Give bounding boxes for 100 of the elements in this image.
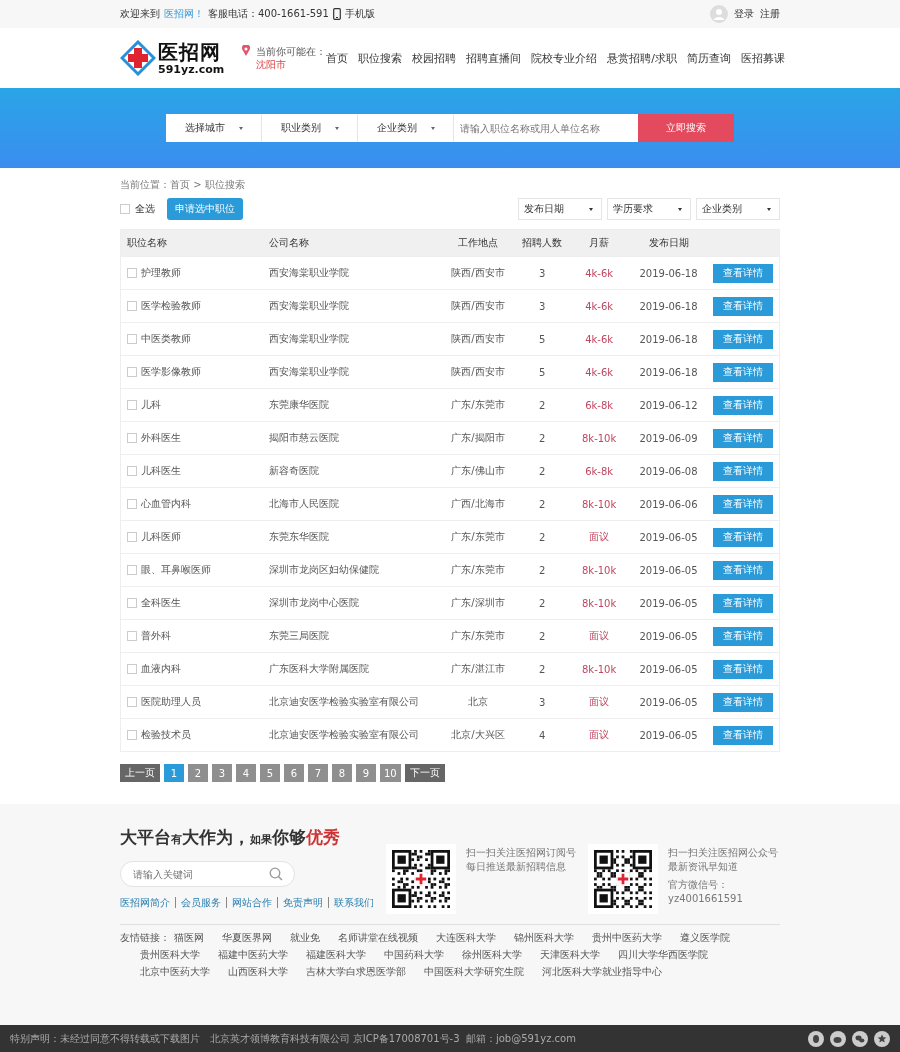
company-name: 西安海棠职业学院 [268,267,349,278]
hire-count: 2 [539,630,546,642]
friend-link[interactable]: 福建中医药大学 [218,948,288,962]
friend-link[interactable]: 山西医科大学 [228,965,288,979]
friend-link[interactable]: 福建医科大学 [306,948,366,962]
friend-link[interactable]: 大连医科大学 [436,931,496,945]
nav-link[interactable]: 首页 [326,50,349,66]
salary: 6k-8k [585,465,614,477]
hire-count: 5 [539,333,546,345]
hotline-text: 客服电话：400-1661-591 [208,7,329,21]
logo-domain: 591yz.com [158,63,225,75]
job-title: 外科医生 [141,431,181,445]
friend-link[interactable]: 就业免 [290,931,320,945]
post-date: 2019-06-05 [639,729,698,741]
login-link[interactable]: 登录 [734,7,754,21]
job-location: 广东/深圳市 [451,597,505,608]
nav-link[interactable]: 悬赏招聘/求职 [607,50,677,66]
filter-select[interactable]: 学历要求 [607,198,691,220]
job-title: 中医类教师 [141,332,191,346]
nav-link[interactable]: 招聘直播间 [466,50,522,66]
friend-link[interactable]: 吉林大学白求恩医学部 [306,965,406,979]
post-date: 2019-06-18 [639,366,698,378]
post-date: 2019-06-12 [639,399,698,411]
post-date: 2019-06-05 [639,630,698,642]
friend-link[interactable]: 贵州医科大学 [140,948,200,962]
company-name: 西安海棠职业学院 [268,300,349,311]
salary: 面议 [589,729,610,740]
column-header: 月薪 [568,229,631,257]
hire-count: 2 [539,498,546,510]
job-location: 广东/东莞市 [451,630,505,641]
job-location: 广东/佛山市 [451,465,505,476]
qr-caption: 扫一扫关注医招网订阅号 [466,846,577,860]
friend-link[interactable]: 北京中医药大学 [140,965,210,979]
register-link[interactable]: 注册 [760,7,780,21]
search-select[interactable]: 选择城市 [166,114,262,142]
filter-select[interactable]: 发布日期 [518,198,602,220]
friend-link[interactable]: 猫医网 [174,931,204,945]
footer-link[interactable]: 联系我们 [334,897,379,908]
friend-link[interactable]: 徐州医科大学 [462,948,522,962]
nav-link[interactable]: 院校专业介绍 [531,50,598,66]
nav-link[interactable]: 校园招聘 [412,50,457,66]
footer-link[interactable]: 会员服务 [181,897,227,908]
footer-link[interactable]: 医招网简介 [120,897,176,908]
footer-link[interactable]: 网站合作 [232,897,278,908]
job-title: 医院助理人员 [141,695,201,709]
friend-link[interactable]: 中国医科大学研究生院 [424,965,524,979]
salary: 4k-6k [585,366,614,378]
job-location: 北京/大兴区 [451,729,505,740]
location-label: 当前你可能在： [256,45,327,57]
friend-link[interactable]: 名师讲堂在线视频 [338,931,418,945]
job-location: 北京 [467,696,488,707]
post-date: 2019-06-05 [639,597,698,609]
post-date: 2019-06-18 [639,300,698,312]
friend-link[interactable]: 天津医科大学 [540,948,600,962]
friend-link[interactable]: 遵义医学院 [680,931,730,945]
job-title: 医学影像教师 [141,365,201,379]
job-location: 广东/东莞市 [451,531,505,542]
job-location: 广东/湛江市 [451,663,505,674]
friend-link[interactable]: 河北医科大学就业指导中心 [542,965,662,979]
filter-select[interactable]: 企业类别 [696,198,780,220]
hire-count: 3 [539,696,546,708]
job-location: 广东/东莞市 [451,399,505,410]
post-date: 2019-06-09 [639,432,698,444]
search-button[interactable]: 立即搜索 [638,114,734,142]
job-title: 护理教师 [141,266,181,280]
search-field[interactable]: 请输入职位名称或用人单位名称 [454,114,638,142]
post-date: 2019-06-08 [639,465,698,477]
post-date: 2019-06-05 [639,663,698,675]
job-location: 广东/揭阳市 [451,432,505,443]
mobile-link[interactable]: 手机版 [344,7,375,21]
salary: 8k-10k [582,498,617,510]
logo-title: 医招网 [158,41,222,62]
post-date: 2019-06-05 [639,564,698,576]
friend-link[interactable]: 贵州中医药大学 [592,931,662,945]
company-name: 北海市人民医院 [268,498,339,509]
next-page-button[interactable]: 下一页 [404,764,445,782]
company-name: 西安海棠职业学院 [268,366,349,377]
search-select[interactable]: 企业类别 [358,114,454,142]
post-date: 2019-06-18 [639,267,698,279]
hire-count: 5 [539,366,546,378]
company-name: 深圳市龙岗区妇幼保健院 [268,564,379,575]
footer-link[interactable]: 免责声明 [283,897,329,908]
hire-count: 2 [539,465,546,477]
nav-link[interactable]: 职位搜索 [358,50,403,66]
friend-link[interactable]: 中国药科大学 [384,948,444,962]
company-name: 西安海棠职业学院 [268,333,349,344]
nav-link[interactable]: 医招募课 [741,50,785,66]
friend-link[interactable]: 四川大学华西医学院 [618,948,708,962]
nav-link[interactable]: 简历查询 [687,50,731,66]
job-title: 血液内科 [141,662,181,676]
friend-link[interactable]: 华夏医界网 [222,931,272,945]
friend-links-label: 友情链接： [120,931,170,945]
qr-caption: 每日推送最新招聘信息 [466,860,567,874]
post-date: 2019-06-05 [639,531,698,543]
footer-search-field[interactable]: 请输入关键词 [120,861,295,887]
job-title: 普外科 [141,629,171,643]
friend-link[interactable]: 锦州医科大学 [514,931,574,945]
prev-page-button[interactable]: 上一页 [120,764,160,782]
company-name: 北京迪安医学检验实验室有限公司 [268,696,419,707]
search-select[interactable]: 职业类别 [262,114,358,142]
